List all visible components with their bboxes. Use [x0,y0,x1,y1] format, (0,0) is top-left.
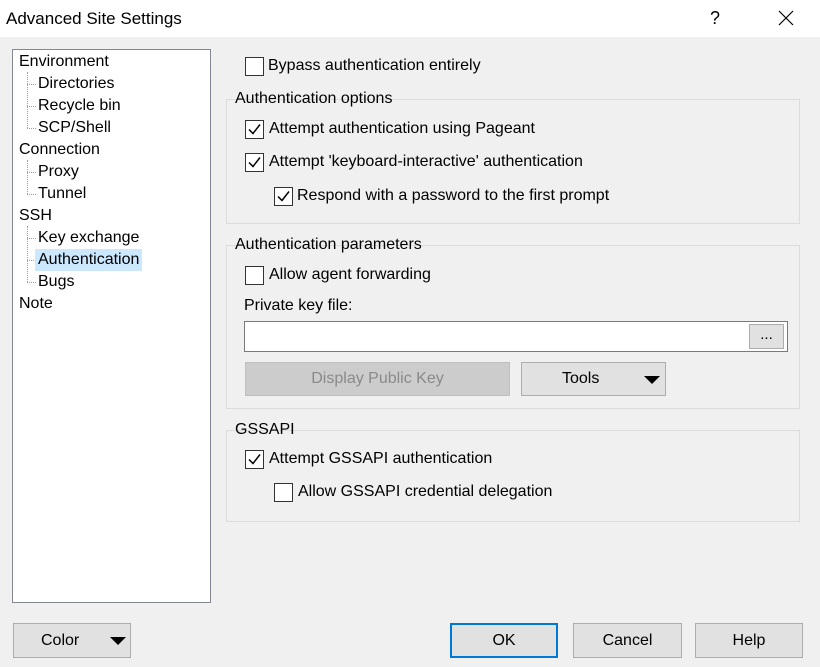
browse-key-button[interactable]: ... [749,324,784,349]
tree-item-proxy[interactable]: Proxy [35,161,82,183]
gssapi-attempt-label: Attempt GSSAPI authentication [269,450,493,467]
tree-item-directories[interactable]: Directories [35,73,117,95]
tree-item-environment[interactable]: Environment [16,51,112,73]
tree-item-tunnel[interactable]: Tunnel [35,183,89,205]
window-title: Advanced Site Settings [6,9,182,28]
auth-options-title: Authentication options [235,90,393,107]
help-button[interactable]: Help [695,623,803,658]
tree-item-key-exchange[interactable]: Key exchange [35,227,142,249]
gssapi-attempt-checkbox[interactable] [245,450,264,469]
tools-label: Tools [562,370,600,387]
checkmark-icon [248,124,261,135]
private-key-field[interactable] [244,321,788,352]
tree-item-note[interactable]: Note [16,293,56,315]
gssapi-title: GSSAPI [235,421,295,438]
respond-password-label: Respond with a password to the first pro… [297,187,610,204]
agent-forwarding-label: Allow agent forwarding [269,266,431,283]
gssapi-group [226,430,800,522]
tree-item-scp-shell[interactable]: SCP/Shell [35,117,114,139]
tree-item-ssh[interactable]: SSH [16,205,55,227]
tree-item-bugs[interactable]: Bugs [35,271,77,293]
agent-forwarding-checkbox[interactable] [245,266,264,285]
checkmark-icon [277,191,290,202]
tree-connector [27,72,28,128]
color-label: Color [41,632,80,649]
tools-button[interactable]: Tools [521,362,666,396]
title-bar: Advanced Site Settings ? [0,0,820,37]
tree-connector [27,160,28,194]
keyboard-interactive-label: Attempt 'keyboard-interactive' authentic… [269,153,583,170]
dropdown-arrow-icon [644,376,660,384]
tree-item-recycle-bin[interactable]: Recycle bin [35,95,124,117]
gssapi-delegation-checkbox[interactable] [274,483,293,502]
checkmark-icon [248,157,261,168]
display-public-key-button[interactable]: Display Public Key [245,362,510,396]
settings-tree[interactable]: Environment Directories Recycle bin SCP/… [12,49,211,603]
tree-item-connection[interactable]: Connection [16,139,103,161]
pageant-label: Attempt authentication using Pageant [269,120,535,137]
tree-connector [27,226,28,282]
checkmark-icon [248,454,261,465]
pageant-checkbox[interactable] [245,120,264,139]
help-title-button[interactable]: ? [700,0,730,37]
dropdown-arrow-icon [110,637,126,645]
private-key-label: Private key file: [244,297,353,314]
keyboard-interactive-checkbox[interactable] [245,153,264,172]
bypass-auth-checkbox[interactable] [245,57,264,76]
close-button[interactable] [768,0,804,37]
tree-item-authentication[interactable]: Authentication [35,249,143,271]
bypass-auth-label: Bypass authentication entirely [268,57,481,74]
ok-button[interactable]: OK [450,623,558,658]
color-button[interactable]: Color [13,623,131,658]
gssapi-delegation-label: Allow GSSAPI credential delegation [298,483,553,500]
respond-password-checkbox[interactable] [274,187,293,206]
auth-params-title: Authentication parameters [235,236,422,253]
cancel-button[interactable]: Cancel [573,623,682,658]
close-icon [778,10,794,26]
